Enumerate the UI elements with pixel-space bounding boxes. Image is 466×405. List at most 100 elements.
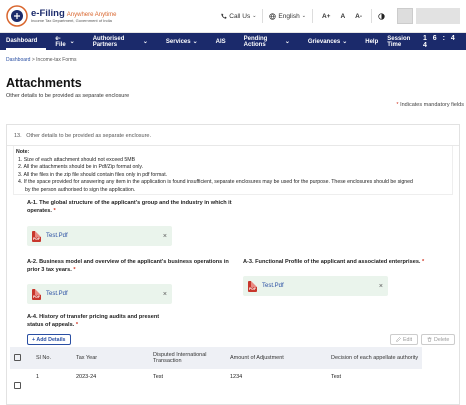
globe-icon <box>269 12 277 20</box>
top-header: e-Filing Anywhere Anytime Income Tax Depa… <box>0 0 466 33</box>
add-details-button[interactable]: + Add Details <box>27 334 71 345</box>
required-star: * <box>422 259 425 265</box>
col-header-transaction: Disputed International Transaction <box>153 352 207 364</box>
chevron-down-icon: ⌄ <box>142 39 148 45</box>
row-select-cell <box>10 369 32 395</box>
contrast-toggle[interactable] <box>371 9 391 23</box>
breadcrumb-dashboard-link[interactable]: Dashboard <box>6 57 30 63</box>
select-all-checkbox[interactable] <box>14 353 21 361</box>
main-navigation: Dashboard e-File ⌄ Authorised Partners ⌄ S… <box>0 33 466 50</box>
nav-label: Help <box>365 38 379 45</box>
session-value: 1 6 : 4 4 <box>422 34 457 49</box>
col-header-tax-year: Tax Year <box>76 355 98 361</box>
remove-attachment-icon[interactable]: × <box>163 233 167 240</box>
required-star: * <box>73 267 76 274</box>
notes-box: Note: 1. Size of each attachment should … <box>13 146 453 196</box>
question-number: 13. <box>14 133 22 139</box>
page-subtitle: Other details to be provided as separate… <box>6 93 130 99</box>
cell-decision: Test <box>331 374 342 380</box>
page-title: Attachments <box>6 76 82 90</box>
question-text: Other details to be provided as separate… <box>26 133 151 139</box>
mandatory-note-text: Indicates mandatory fields <box>400 102 464 108</box>
row-checkbox[interactable] <box>14 382 21 389</box>
section-a2-label: A-2. Business model and overview of the … <box>27 258 229 275</box>
select-all-cell <box>10 347 32 369</box>
attachment-filename[interactable]: Test.Pdf <box>46 291 68 297</box>
label-line: prior 3 tax years. <box>27 267 72 274</box>
nav-item-pending-actions[interactable]: Pending Actions ⌄ <box>235 33 299 50</box>
label-line: status of appeals. <box>27 322 75 329</box>
label-line: A-3. Functional Profile of the applicant… <box>243 259 421 265</box>
nav-label: Grievances <box>307 38 341 45</box>
nav-label: Dashboard <box>6 37 38 44</box>
nav-label: Pending Actions <box>243 35 268 48</box>
chevron-down-icon: ⌄ <box>284 39 290 45</box>
table-header-row: Sl No. Tax Year Disputed International T… <box>10 347 423 369</box>
delete-button[interactable]: Delete <box>421 334 456 345</box>
user-menu[interactable] <box>416 8 460 24</box>
nav-item-authorised-partners[interactable]: Authorised Partners ⌄ <box>84 33 157 50</box>
section-a3-label: A-3. Functional Profile of the applicant… <box>243 258 424 266</box>
language-label: English <box>278 12 300 20</box>
question-13: 13. Other details to be provided as sepa… <box>7 125 459 146</box>
edit-button[interactable]: Edit <box>390 334 419 345</box>
trash-icon <box>427 337 432 342</box>
edit-label: Edit <box>403 336 413 343</box>
transfer-pricing-table: Sl No. Tax Year Disputed International T… <box>10 347 423 395</box>
nav-label: Authorised Partners <box>92 35 125 48</box>
col-header-decision: Decision of each appellate authority <box>331 355 419 361</box>
nav-item-dashboard[interactable]: Dashboard <box>6 33 47 50</box>
remove-attachment-icon[interactable]: × <box>379 283 383 290</box>
language-selector[interactable]: English ⌄ <box>262 9 312 23</box>
notes-title: Note: <box>16 149 30 155</box>
mandatory-note: * Indicates mandatory fields <box>0 99 466 108</box>
emblem-icon <box>6 5 28 27</box>
note-item: by the person authorised to sign the app… <box>25 186 136 193</box>
cell-sl-no: 1 <box>36 374 40 380</box>
attachment-filename[interactable]: Test.Pdf <box>262 283 284 289</box>
cell-tax-year: 2023-24 <box>76 374 97 380</box>
label-line: A-4. History of transfer pricing audits … <box>27 314 160 320</box>
efiling-logo[interactable]: e-Filing Anywhere Anytime Income Tax Depa… <box>6 5 116 27</box>
avatar[interactable] <box>397 8 413 24</box>
pdf-file-icon: PDF <box>248 280 257 292</box>
note-item: 1. Size of each attachment should not ex… <box>18 156 136 163</box>
chevron-down-icon: ⌄ <box>301 13 306 19</box>
nav-item-grievances[interactable]: Grievances ⌄ <box>299 33 356 50</box>
note-item: 3. All the files in the zip file should … <box>18 171 168 178</box>
section-a4-label: A-4. History of transfer pricing audits … <box>27 313 159 330</box>
attachment-a3[interactable]: PDF Test.Pdf × <box>243 276 388 296</box>
brand-title: e-Filing <box>31 7 65 19</box>
font-normal-button[interactable]: A <box>337 13 348 20</box>
nav-label: Services <box>165 38 191 45</box>
attachment-a1[interactable]: PDF Test.Pdf × <box>27 226 172 246</box>
chevron-down-icon: ⌄ <box>69 39 75 45</box>
pdf-file-icon: PDF <box>32 230 41 242</box>
label-line: operates. <box>27 208 52 215</box>
pencil-icon <box>396 337 401 342</box>
nav-item-efile[interactable]: e-File ⌄ <box>46 33 83 50</box>
label-line: A-2. Business model and overview of the … <box>27 259 229 265</box>
note-item: 2. All the attachments should be in Pdf/… <box>18 164 144 171</box>
attachment-a2[interactable]: PDF Test.Pdf × <box>27 284 172 304</box>
nav-item-ais[interactable]: AIS <box>207 33 235 50</box>
chevron-down-icon: ⌄ <box>192 39 198 45</box>
cell-amount: 1234 <box>230 374 243 380</box>
remove-attachment-icon[interactable]: × <box>163 291 167 298</box>
nav-item-help[interactable]: Help <box>356 33 387 50</box>
col-header-amount: Amount of Adjustment <box>230 355 284 361</box>
phone-icon <box>221 13 227 19</box>
font-increase-button[interactable]: A+ <box>319 13 334 20</box>
nav-label: AIS <box>215 38 226 45</box>
nav-item-services[interactable]: Services ⌄ <box>157 33 207 50</box>
font-decrease-button[interactable]: A- <box>352 13 365 20</box>
pdf-file-icon: PDF <box>32 288 41 300</box>
attachment-filename[interactable]: Test.Pdf <box>46 233 68 239</box>
table-row[interactable]: 1 2023-24 Test 1234 Test <box>10 369 422 395</box>
call-us-label: Call Us <box>229 12 251 20</box>
session-label: Session Time <box>387 35 411 48</box>
call-us-link[interactable]: Call Us ⌄ <box>215 9 262 23</box>
section-a1-label: A-1. The global structure of the applica… <box>27 199 232 216</box>
chevron-down-icon: ⌄ <box>252 13 257 19</box>
breadcrumb: Dashboard > Income-tax Forms <box>0 50 466 63</box>
